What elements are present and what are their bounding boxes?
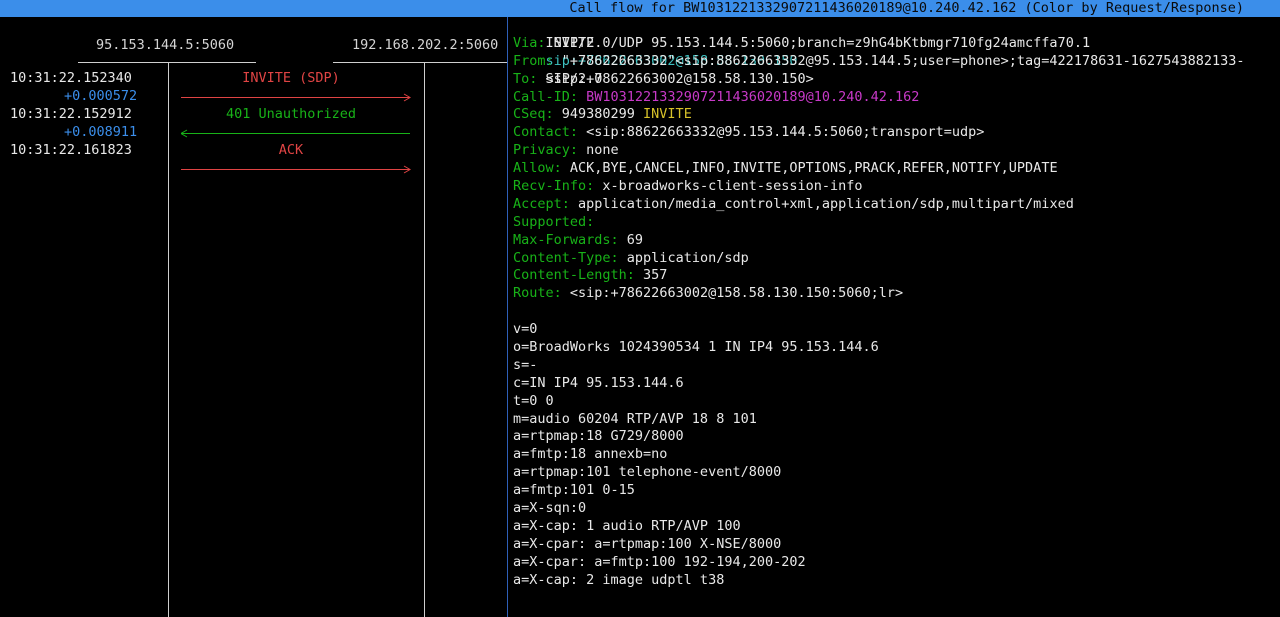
- sip-header: To: <sip:+78622663002@158.58.130.150>: [513, 71, 1280, 89]
- sip-header: Recv-Info: x-broadworks-client-session-i…: [513, 178, 1280, 196]
- header-name: Recv-Info:: [513, 178, 595, 195]
- header-name: Content-Length:: [513, 267, 635, 284]
- sdp-line: a=rtpmap:101 telephone-event/8000: [513, 464, 782, 481]
- header-name: Route:: [513, 285, 562, 302]
- sdp-line: s=-: [513, 356, 538, 373]
- header-name: Accept:: [513, 195, 570, 212]
- sip-header: Accept: application/media_control+xml,ap…: [513, 196, 1280, 214]
- sdp-line: t=0 0: [513, 392, 554, 409]
- message-label[interactable]: 401 Unauthorized: [176, 106, 406, 124]
- header-value: <sip:+78622663002@158.58.130.150>: [537, 70, 814, 87]
- sdp-line: a=rtpmap:18 G729/8000: [513, 428, 684, 445]
- sdp-line: m=audio 60204 RTP/AVP 18 8 101: [513, 410, 757, 427]
- sdp-line: o=BroadWorks 1024390534 1 IN IP4 95.153.…: [513, 339, 879, 356]
- sdp-line: a=X-cap: 2 image udptl t38: [513, 571, 725, 588]
- header-value: <sip:88622663332@95.153.144.5:5060;trans…: [578, 124, 985, 141]
- timestamp: 10:31:22.152912: [10, 106, 132, 122]
- timestamp: 10:31:22.152340: [10, 70, 132, 86]
- sip-header: Content-Length: 357: [513, 267, 1280, 285]
- header-value: 357: [634, 267, 668, 284]
- sip-header: Via: SIP/2.0/UDP 95.153.144.5:5060;branc…: [513, 35, 1280, 53]
- sip-header: Allow: ACK,BYE,CANCEL,INFO,INVITE,OPTION…: [513, 160, 1280, 178]
- sdp-line: v=0: [513, 321, 538, 338]
- sip-headers: Via: SIP/2.0/UDP 95.153.144.5:5060;branc…: [513, 35, 1280, 303]
- header-name: Content-Type:: [513, 249, 619, 266]
- header-name: To:: [513, 70, 538, 87]
- sdp-line: a=X-sqn:0: [513, 500, 587, 517]
- sdp-line: c=IN IP4 95.153.144.6: [513, 374, 684, 391]
- sip-header: Content-Type: application/sdp: [513, 250, 1280, 268]
- header-value: application/sdp: [618, 249, 749, 266]
- header-name: Max-Forwards:: [513, 231, 619, 248]
- sip-header: Call-ID: BW10312213329072114360201​89@10…: [513, 89, 1280, 107]
- message-arrow-left[interactable]: [181, 129, 411, 138]
- host-label-caller: 95.153.144.5:5060: [96, 37, 235, 53]
- header-value: <sip:+78622663002@158.58.130.150:5060;lr…: [561, 285, 904, 302]
- header-value: SIP/2.0/UDP 95.153.144.5:5060;branch=z9h…: [545, 34, 1091, 51]
- sip-header: From: "+78622663332"<sip:88622663332@95.…: [513, 53, 1280, 71]
- header-name: Supported:: [513, 213, 595, 230]
- header-name: CSeq:: [513, 106, 554, 123]
- message-arrow-right[interactable]: [181, 93, 411, 102]
- host-label-callee: 192.168.202.2:5060: [352, 37, 499, 53]
- sip-header: CSeq: 949380299 INVITE: [513, 106, 1280, 124]
- header-name: Allow:: [513, 160, 562, 177]
- sip-message-panel[interactable]: INVITE sip:+78622663002@158.58.130.150 S…: [513, 17, 1280, 617]
- header-name: From:: [513, 52, 554, 69]
- sip-header: Privacy: none: [513, 142, 1280, 160]
- cseq-method: INVITE: [634, 106, 692, 123]
- call-flow-panel[interactable]: 95.153.144.5:5060 192.168.202.2:5060 10:…: [0, 17, 508, 617]
- sip-header: Route: <sip:+78622663002@158.58.130.150:…: [513, 285, 1280, 303]
- header-value: application/media_control+xml,applicatio…: [569, 195, 1074, 212]
- header-name: Via:: [513, 34, 546, 51]
- host-lifeline-callee: [424, 62, 425, 617]
- sip-header: Max-Forwards: 69: [513, 232, 1280, 250]
- host-underline-callee: [333, 62, 507, 63]
- message-label[interactable]: INVITE (SDP): [176, 70, 406, 88]
- header-value: x-broadworks-client-session-info: [594, 178, 863, 195]
- window-title: Call flow for BW10312213329072114360201​…: [0, 0, 1280, 17]
- host-lifeline-caller: [168, 62, 169, 617]
- header-name: Call-ID:: [513, 88, 579, 105]
- sdp-body: v=0 o=BroadWorks 1024390534 1 IN IP4 95.1…: [513, 321, 1280, 589]
- sip-header: Contact: <sip:88622663332@95.153.144.5:5…: [513, 124, 1280, 142]
- host-underline-caller: [78, 62, 256, 63]
- sdp-line: a=fmtp:101 0-15: [513, 482, 635, 499]
- message-label[interactable]: ACK: [176, 142, 406, 160]
- header-value: ACK,BYE,CANCEL,INFO,INVITE,OPTIONS,PRACK…: [561, 160, 1058, 177]
- panel-divider[interactable]: [507, 17, 508, 617]
- time-delta: +0.008911: [64, 124, 138, 140]
- message-arrow-right[interactable]: [181, 165, 411, 174]
- header-value: "+78622663332"<sip:88622663332@95.153.14…: [553, 52, 1245, 69]
- header-name: Privacy:: [513, 142, 579, 159]
- header-value: BW10312213329072114360201​89@10.240.42.1…: [578, 88, 920, 105]
- header-name: Contact:: [513, 124, 579, 141]
- sdp-line: a=X-cpar: a=fmtp:100 192-194,200-202: [513, 553, 806, 570]
- timestamp: 10:31:22.161823: [10, 142, 132, 158]
- sdp-line: a=fmtp:18 annexb=no: [513, 446, 668, 463]
- request-line: INVITE sip:+78622663002@158.58.130.150 S…: [513, 17, 1280, 87]
- header-value: 949380299: [553, 106, 635, 123]
- header-value: 69: [618, 231, 644, 248]
- time-delta: +0.000572: [64, 88, 138, 104]
- sdp-line: a=X-cpar: a=rtpmap:100 X-NSE/8000: [513, 535, 782, 552]
- sdp-line: a=X-cap: 1 audio RTP/AVP 100: [513, 517, 741, 534]
- header-value: none: [578, 142, 619, 159]
- sip-header: Supported:: [513, 214, 1280, 232]
